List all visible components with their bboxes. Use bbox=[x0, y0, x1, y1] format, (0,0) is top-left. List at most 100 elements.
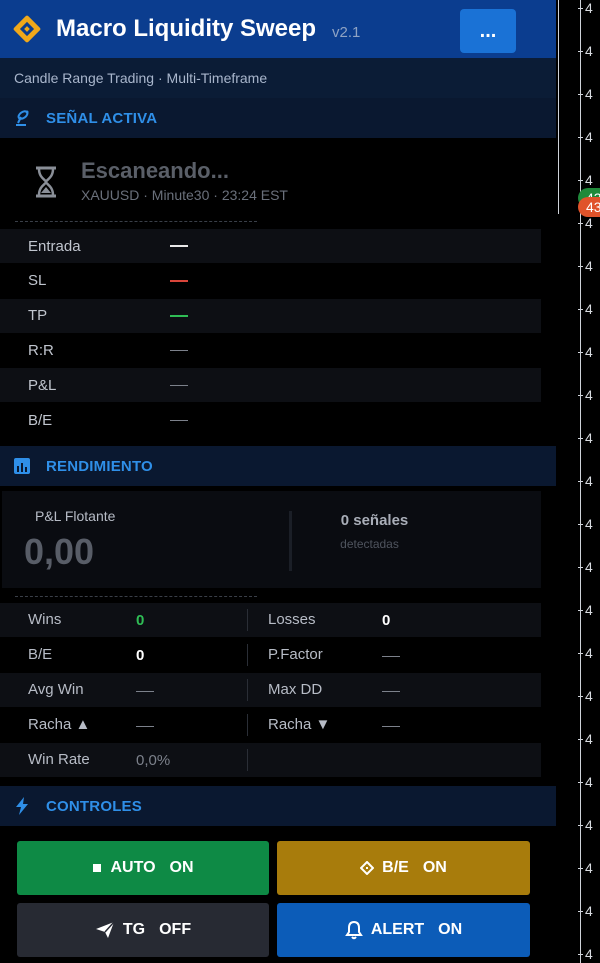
empty-value-dash bbox=[136, 725, 154, 727]
pnl-value: 0,00 bbox=[24, 531, 95, 572]
signal-status: Escaneando... XAUUSD · Minute30 · 23:24 … bbox=[0, 138, 556, 222]
price-tag-red: 43 bbox=[578, 197, 600, 217]
price-tick-label: 4 bbox=[585, 43, 593, 59]
lightning-icon bbox=[12, 796, 32, 816]
signal-row-label: P&L bbox=[28, 376, 57, 394]
signal-row: Entrada bbox=[0, 229, 541, 263]
signals-count: 0 señales bbox=[340, 512, 409, 529]
signal-row: B/E bbox=[0, 403, 541, 437]
price-tick-label: 4 bbox=[585, 774, 593, 790]
stat-value bbox=[136, 717, 154, 734]
stat-value: 0 bbox=[382, 612, 391, 629]
column-separator bbox=[247, 609, 248, 631]
price-tick-label: 4 bbox=[585, 430, 593, 446]
hourglass-icon bbox=[34, 166, 58, 203]
toggle-label: AUTO bbox=[110, 859, 156, 876]
stat-value: 0 bbox=[136, 647, 145, 664]
plane-icon bbox=[95, 921, 115, 939]
stat-label: Losses bbox=[268, 611, 316, 628]
signal-row-label: Entrada bbox=[28, 237, 81, 255]
toggle-state: ON bbox=[422, 859, 447, 876]
auto-toggle-button[interactable]: AUTO ON bbox=[17, 841, 269, 895]
menu-button[interactable]: ... bbox=[460, 9, 516, 53]
bar-chart-icon bbox=[12, 456, 32, 476]
status-title: Escaneando... bbox=[81, 158, 229, 183]
price-tick-label: 4 bbox=[585, 645, 593, 661]
signals-sub: detectadas bbox=[340, 537, 399, 551]
empty-value-dash bbox=[382, 655, 400, 657]
signal-row-empty-value bbox=[170, 419, 188, 421]
column-separator bbox=[247, 679, 248, 701]
stat-value bbox=[382, 647, 400, 664]
toggle-state: OFF bbox=[159, 921, 192, 938]
toggle-state: ON bbox=[169, 859, 194, 876]
price-tick-label: 4 bbox=[585, 387, 593, 403]
price-tick-label: 4 bbox=[585, 0, 593, 16]
column-separator bbox=[247, 714, 248, 736]
column-separator bbox=[247, 644, 248, 666]
divider bbox=[15, 596, 257, 597]
signal-row-empty-value bbox=[170, 314, 188, 317]
empty-value-dash bbox=[382, 725, 400, 727]
signal-row-empty-value bbox=[170, 349, 188, 351]
signal-row-label: SL bbox=[28, 272, 47, 290]
section-header-performance: RENDIMIENTO bbox=[0, 446, 556, 486]
stat-value: 0 bbox=[136, 612, 145, 629]
price-tick-label: 4 bbox=[585, 602, 593, 618]
alert-toggle-button[interactable]: ALERT ON bbox=[277, 903, 530, 957]
chart-price-axis: 44444444444444444444444 43 43 bbox=[558, 0, 600, 963]
diamond-logo-icon bbox=[12, 14, 42, 44]
stat-label: B/E bbox=[28, 646, 53, 663]
price-tick-label: 4 bbox=[585, 516, 593, 532]
signal-row-empty-value bbox=[170, 384, 188, 386]
pnl-card: P&L Flotante 0,00 0 señales detectadas bbox=[2, 491, 541, 588]
empty-value-dash bbox=[382, 690, 400, 692]
stat-value: 0,0% bbox=[136, 752, 171, 769]
signal-row: SL bbox=[0, 264, 541, 298]
square-icon bbox=[92, 863, 102, 873]
bell-icon bbox=[344, 920, 363, 940]
app-version: v2.1 bbox=[332, 23, 361, 41]
section-header-controls: CONTROLES bbox=[0, 786, 556, 826]
column-separator bbox=[247, 749, 248, 771]
stat-row: Avg Win Max DD bbox=[0, 673, 541, 707]
b-e-toggle-button[interactable]: B/E ON bbox=[277, 841, 530, 895]
price-tick-label: 4 bbox=[585, 559, 593, 575]
tg-toggle-button[interactable]: TG OFF bbox=[17, 903, 269, 957]
diamond-icon bbox=[360, 861, 375, 875]
section-header-signal: SEÑAL ACTIVA bbox=[0, 98, 556, 138]
signal-row-label: TP bbox=[28, 307, 48, 325]
price-tick-label: 4 bbox=[585, 301, 593, 317]
signal-row: P&L bbox=[0, 368, 541, 403]
price-tick-label: 4 bbox=[585, 344, 593, 360]
stat-label: Racha ▲ bbox=[28, 716, 91, 733]
price-tick-label: 4 bbox=[585, 215, 593, 231]
satellite-icon bbox=[12, 108, 32, 128]
toggle-label: B/E bbox=[382, 859, 409, 876]
price-tick-label: 4 bbox=[585, 731, 593, 747]
price-tick-label: 4 bbox=[585, 903, 593, 919]
stat-label: Racha ▼ bbox=[268, 716, 331, 733]
signal-row-label: R:R bbox=[28, 341, 54, 359]
price-tick-label: 4 bbox=[585, 688, 593, 704]
title-bar: Macro Liquidity Sweep v2.1 ... bbox=[0, 0, 556, 58]
stat-label: Avg Win bbox=[28, 681, 84, 698]
signal-row-label: B/E bbox=[28, 411, 53, 429]
price-tick-label: 4 bbox=[585, 946, 593, 962]
app-title: Macro Liquidity Sweep bbox=[56, 15, 317, 42]
candle-edge-line bbox=[558, 0, 559, 214]
price-tick-label: 4 bbox=[585, 473, 593, 489]
signal-row-empty-value bbox=[170, 245, 188, 247]
section-title-performance: RENDIMIENTO bbox=[46, 457, 153, 475]
stat-row: Racha ▲ Racha ▼ bbox=[0, 708, 541, 742]
price-tick-label: 4 bbox=[585, 258, 593, 274]
price-tick-label: 4 bbox=[585, 86, 593, 102]
stat-value bbox=[136, 682, 154, 699]
status-detail: XAUUSD · Minute30 · 23:24 EST bbox=[81, 187, 288, 203]
price-tick-label: 4 bbox=[585, 129, 593, 145]
stat-row: B/E 0 P.Factor bbox=[0, 638, 541, 672]
signal-row: TP bbox=[0, 298, 541, 333]
stat-row: Win Rate 0,0% bbox=[0, 743, 541, 777]
stat-value bbox=[382, 682, 400, 699]
stat-row: Wins 0 Losses 0 bbox=[0, 603, 541, 637]
